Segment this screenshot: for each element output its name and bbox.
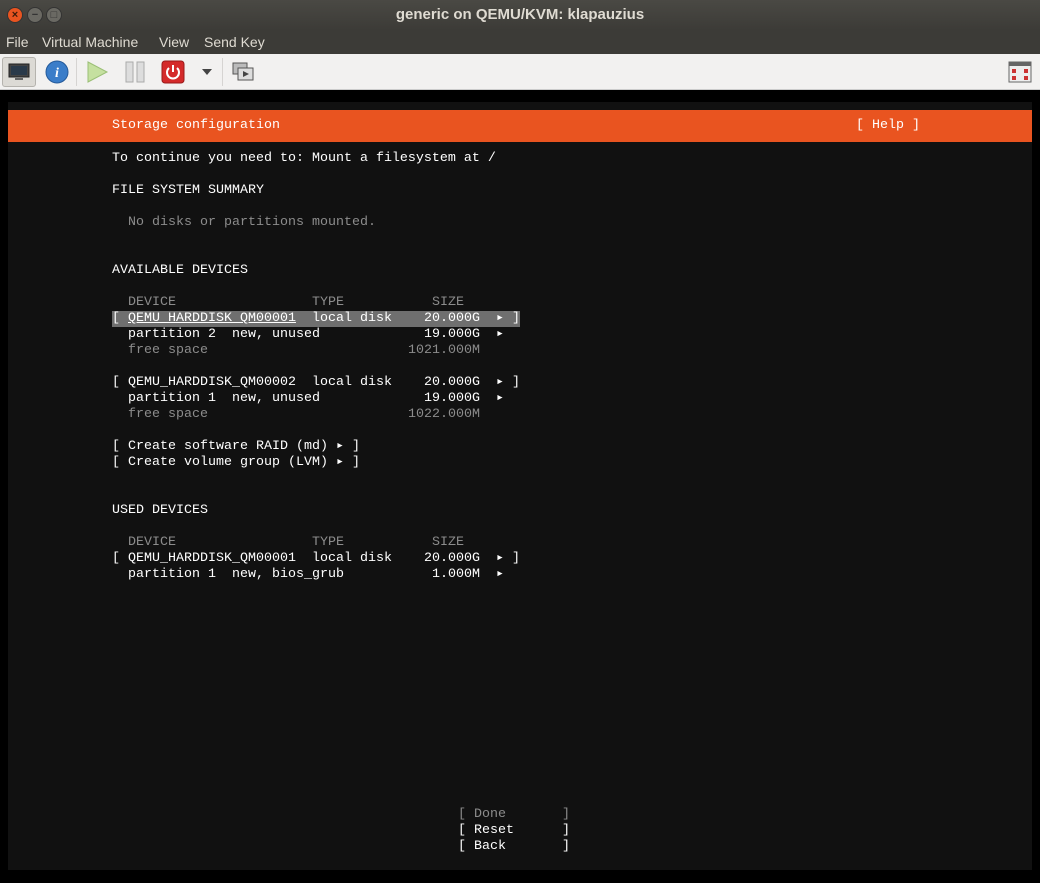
- partition-name: partition 1: [128, 567, 216, 582]
- monitor-icon[interactable]: [2, 57, 36, 87]
- svg-text:i: i: [55, 66, 59, 81]
- bracket: ]: [512, 551, 520, 566]
- close-button[interactable]: ×: [7, 7, 23, 23]
- toolbar: i: [0, 54, 1040, 90]
- maximize-button[interactable]: □: [46, 7, 62, 23]
- col-size: SIZE: [432, 295, 464, 310]
- bracket: [: [112, 375, 120, 390]
- info-icon[interactable]: i: [40, 57, 74, 87]
- device-row[interactable]: [ QEMU_HARDDISK_QM00001 local disk 20.00…: [112, 311, 520, 327]
- free-space-size: 1021.000M: [408, 343, 480, 358]
- window-title: generic on QEMU/KVM: klapauzius: [395, 6, 645, 23]
- instruction-text: To continue you need to: Mount a filesys…: [112, 151, 496, 166]
- col-type: TYPE: [312, 535, 344, 550]
- device-name: QEMU_HARDDISK_QM00002: [128, 375, 296, 390]
- column-headers: DEVICE TYPE SIZE: [112, 295, 520, 311]
- available-devices-heading: AVAILABLE DEVICES: [112, 263, 248, 278]
- device-type: local disk: [312, 375, 392, 390]
- menu-file[interactable]: File: [6, 34, 29, 50]
- power-icon[interactable]: [156, 57, 190, 87]
- menu-view[interactable]: View: [159, 34, 189, 50]
- partition-type: new, bios_grub: [232, 567, 344, 582]
- partition-type: new, unused: [232, 391, 320, 406]
- col-type: TYPE: [312, 295, 344, 310]
- partition-size: 1.000M: [432, 567, 480, 582]
- column-headers: DEVICE TYPE SIZE: [112, 535, 520, 551]
- pause-icon[interactable]: [118, 57, 152, 87]
- dropdown-icon[interactable]: [190, 57, 224, 87]
- free-space-size: 1022.000M: [408, 407, 480, 422]
- device-name: QEMU_HARDDISK_QM00001: [128, 311, 296, 326]
- arrow-icon: ▸: [496, 311, 505, 326]
- device-size: 20.000G: [424, 551, 480, 566]
- device-row[interactable]: [ QEMU_HARDDISK_QM00001 local disk 20.00…: [112, 551, 520, 567]
- arrow-icon: ▸: [496, 567, 505, 582]
- arrow-icon: ▸: [496, 551, 505, 566]
- free-space-row: free space 1021.000M: [112, 343, 520, 359]
- col-device: DEVICE: [128, 295, 176, 310]
- arrow-icon: ▸: [496, 375, 505, 390]
- done-button[interactable]: [ Done ]: [458, 807, 570, 823]
- bracket: ]: [512, 311, 520, 326]
- vm-screen[interactable]: Storage configuration [ Help ] To contin…: [8, 102, 1032, 870]
- reset-button[interactable]: [ Reset ]: [458, 823, 570, 839]
- partition-row[interactable]: partition 1 new, unused 19.000G ▸: [112, 391, 520, 407]
- menu-send-key[interactable]: Send Key: [204, 34, 265, 50]
- device-size: 20.000G: [424, 311, 480, 326]
- fs-summary-empty: No disks or partitions mounted.: [128, 215, 376, 230]
- partition-size: 19.000G: [424, 327, 480, 342]
- fullscreen-icon[interactable]: [1003, 57, 1037, 87]
- free-space-label: free space: [128, 407, 208, 422]
- arrow-icon: ▸: [496, 391, 505, 406]
- device-name: QEMU_HARDDISK_QM00001: [128, 551, 296, 566]
- create-lvm-button[interactable]: [ Create volume group (LVM) ▸ ]: [112, 455, 360, 471]
- free-space-label: free space: [128, 343, 208, 358]
- bracket: [: [112, 311, 120, 326]
- snapshot-icon[interactable]: [226, 57, 260, 87]
- partition-type: new, unused: [232, 327, 320, 342]
- menu-virtual-machine[interactable]: Virtual Machine: [42, 34, 138, 50]
- col-device: DEVICE: [128, 535, 176, 550]
- col-size: SIZE: [432, 535, 464, 550]
- partition-name: partition 2: [128, 327, 216, 342]
- partition-row[interactable]: partition 2 new, unused 19.000G ▸: [112, 327, 520, 343]
- partition-name: partition 1: [128, 391, 216, 406]
- fs-summary-heading: FILE SYSTEM SUMMARY: [112, 183, 264, 198]
- minimize-button[interactable]: −: [27, 7, 43, 23]
- create-raid-button[interactable]: [ Create software RAID (md) ▸ ]: [112, 439, 360, 455]
- free-space-row: free space 1022.000M: [112, 407, 520, 423]
- device-type: local disk: [312, 311, 392, 326]
- back-button[interactable]: [ Back ]: [458, 839, 570, 855]
- play-icon[interactable]: [80, 57, 114, 87]
- installer-header: Storage configuration [ Help ]: [8, 110, 1032, 142]
- device-size: 20.000G: [424, 375, 480, 390]
- device-type: local disk: [312, 551, 392, 566]
- arrow-icon: ▸: [496, 327, 505, 342]
- menubar: File Virtual Machine View Send Key: [0, 30, 1040, 54]
- used-devices-heading: USED DEVICES: [112, 503, 208, 518]
- partition-row[interactable]: partition 1 new, bios_grub 1.000M ▸: [112, 567, 520, 583]
- window-titlebar: generic on QEMU/KVM: klapauzius × − □: [0, 0, 1040, 30]
- partition-size: 19.000G: [424, 391, 480, 406]
- page-title: Storage configuration: [112, 118, 280, 133]
- bracket: [: [112, 551, 120, 566]
- device-row[interactable]: [ QEMU_HARDDISK_QM00002 local disk 20.00…: [112, 375, 520, 391]
- bracket: ]: [512, 375, 520, 390]
- help-button[interactable]: [ Help ]: [856, 118, 920, 134]
